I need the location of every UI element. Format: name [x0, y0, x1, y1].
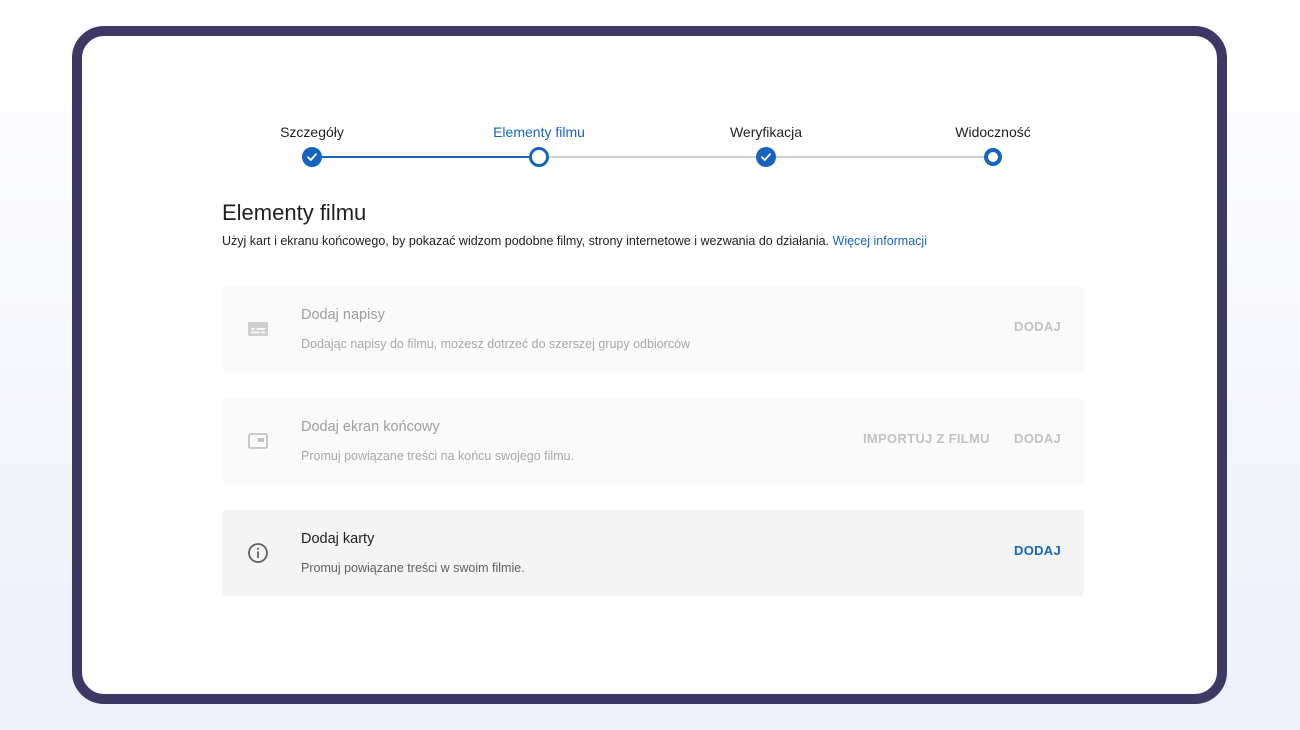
end-screen-card-description: Promuj powiązane treści na końcu swojego… — [301, 449, 575, 463]
end-screen-card: Dodaj ekran końcowy Promuj powiązane tre… — [222, 398, 1084, 484]
cards-card-description: Promuj powiązane treści w swoim filmie. — [301, 561, 525, 575]
step-details-check-icon[interactable] — [302, 147, 322, 167]
stepper: Szczegóły Elementy filmu Weryfikacja Wid… — [222, 36, 1084, 186]
step-label-visibility[interactable]: Widoczność — [955, 124, 1030, 140]
step-checks-check-icon[interactable] — [756, 147, 776, 167]
add-subtitles-button: DODAJ — [1014, 319, 1062, 334]
learn-more-link[interactable]: Więcej informacji — [833, 234, 927, 248]
page-description: Użyj kart i ekranu końcowego, by pokazać… — [222, 234, 927, 248]
cards-card: Dodaj karty Promuj powiązane treści w sw… — [222, 510, 1084, 596]
stepper-line-2 — [539, 156, 766, 158]
step-label-video-elements[interactable]: Elementy filmu — [493, 124, 585, 140]
add-end-screen-button: DODAJ — [1014, 431, 1062, 446]
step-visibility-todo-icon[interactable] — [984, 148, 1002, 166]
end-screen-icon — [246, 429, 270, 453]
device-frame: Szczegóły Elementy filmu Weryfikacja Wid… — [72, 26, 1227, 704]
page-title: Elementy filmu — [222, 200, 367, 225]
subtitles-card: Dodaj napisy Dodając napisy do filmu, mo… — [222, 286, 1084, 372]
subtitles-icon — [246, 317, 270, 341]
step-label-checks[interactable]: Weryfikacja — [730, 124, 802, 140]
step-video-elements-current-icon[interactable] — [529, 147, 549, 167]
stepper-line-1 — [312, 156, 539, 158]
info-icon — [246, 541, 270, 565]
stepper-line-3 — [766, 156, 993, 158]
subtitles-card-description: Dodając napisy do filmu, możesz dotrzeć … — [301, 337, 691, 351]
page-description-text: Użyj kart i ekranu końcowego, by pokazać… — [222, 234, 830, 248]
step-label-details[interactable]: Szczegóły — [280, 124, 344, 140]
subtitles-card-title: Dodaj napisy — [301, 307, 385, 323]
import-from-video-button: IMPORTUJ Z FILMU — [863, 431, 990, 446]
cards-card-title: Dodaj karty — [301, 531, 375, 547]
end-screen-card-title: Dodaj ekran końcowy — [301, 419, 440, 435]
add-cards-button[interactable]: DODAJ — [1014, 543, 1061, 558]
